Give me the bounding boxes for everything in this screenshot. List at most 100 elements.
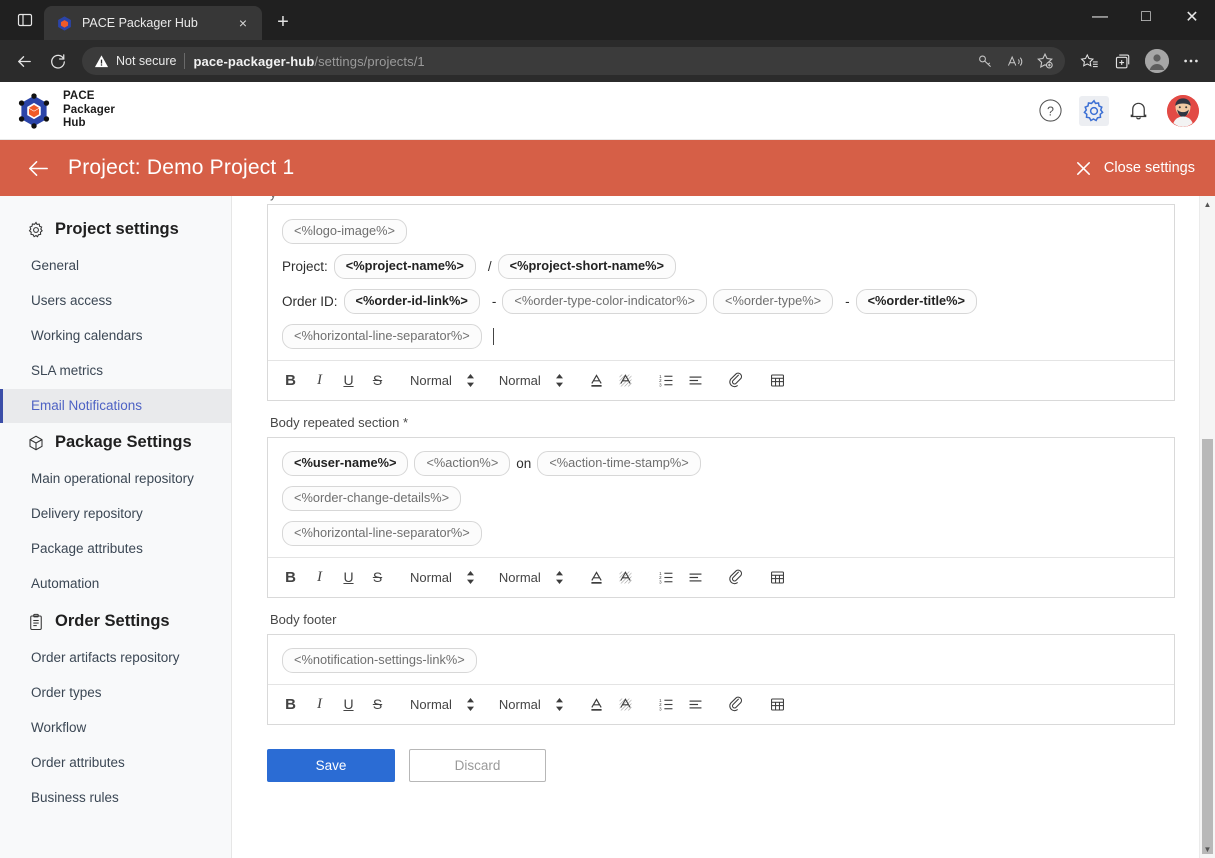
close-settings-button[interactable]: Close settings: [1074, 159, 1195, 178]
text-color-icon[interactable]: [582, 366, 611, 395]
sidebar-item-order-types[interactable]: Order types: [0, 676, 231, 711]
template-tag[interactable]: <%action-time-stamp%>: [537, 450, 701, 476]
reload-icon[interactable]: [42, 45, 74, 77]
italic-button[interactable]: I: [305, 366, 334, 395]
ordered-list-icon[interactable]: 123: [652, 563, 681, 592]
window-close-button[interactable]: ✕: [1169, 0, 1215, 34]
sidebar-item-business-rules[interactable]: Business rules: [0, 781, 231, 816]
sidebar-item-general[interactable]: General: [0, 249, 231, 284]
discard-button[interactable]: Discard: [409, 748, 546, 782]
background-color-icon[interactable]: [611, 366, 640, 395]
sidebar-item-working-calendars[interactable]: Working calendars: [0, 319, 231, 354]
template-tag[interactable]: <%logo-image%>: [282, 219, 408, 244]
table-icon[interactable]: [763, 563, 792, 592]
editor-content[interactable]: <%logo-image%> Project: <%project-name%> / <…: [268, 205, 1174, 360]
size-select[interactable]: Normal: [493, 563, 570, 591]
bold-button[interactable]: B: [276, 563, 305, 592]
bold-button[interactable]: B: [276, 690, 305, 719]
new-tab-button[interactable]: +: [268, 7, 298, 37]
tab-list-icon[interactable]: [10, 5, 40, 35]
strikethrough-button[interactable]: S: [363, 690, 392, 719]
sidebar-item-email-notifications[interactable]: Email Notifications: [0, 388, 231, 424]
save-button[interactable]: Save: [267, 748, 395, 782]
vertical-scrollbar[interactable]: ▲ ▼: [1199, 196, 1215, 858]
scroll-up-arrow[interactable]: ▲: [1200, 196, 1215, 213]
banner-back-icon[interactable]: [24, 154, 52, 182]
template-tag[interactable]: <%project-name%>: [333, 253, 476, 279]
help-icon[interactable]: ?: [1035, 96, 1065, 126]
background-color-icon[interactable]: [611, 690, 640, 719]
security-indicator[interactable]: Not secure: [94, 54, 176, 69]
sidebar-item-workflow[interactable]: Workflow: [0, 711, 231, 746]
bold-button[interactable]: B: [276, 366, 305, 395]
more-icon[interactable]: [1175, 45, 1207, 77]
tab-close-icon[interactable]: ×: [232, 12, 254, 34]
favorites-icon[interactable]: [1073, 45, 1105, 77]
read-aloud-icon[interactable]: [1001, 48, 1029, 74]
style-select[interactable]: Normal: [404, 690, 481, 718]
style-select[interactable]: Normal: [404, 563, 481, 591]
address-bar[interactable]: Not secure pace-packager-hub/settings/pr…: [82, 47, 1065, 75]
italic-button[interactable]: I: [305, 690, 334, 719]
settings-gear-icon[interactable]: [1079, 95, 1109, 126]
scrollbar-thumb[interactable]: [1202, 439, 1213, 854]
minimize-button[interactable]: —: [1077, 0, 1123, 34]
template-tag[interactable]: <%action%>: [414, 450, 511, 476]
align-icon[interactable]: [681, 563, 710, 592]
collections-icon[interactable]: [1107, 45, 1139, 77]
browser-tab[interactable]: PACE Packager Hub ×: [44, 6, 262, 40]
template-tag[interactable]: <%order-type%>: [713, 288, 834, 314]
template-tag[interactable]: <%horizontal-line-separator%>: [282, 323, 482, 349]
sidebar-item-delivery-repository[interactable]: Delivery repository: [0, 497, 231, 532]
add-favorite-icon[interactable]: [1031, 48, 1059, 74]
profile-avatar-icon[interactable]: [1141, 45, 1173, 77]
underline-button[interactable]: U: [334, 690, 363, 719]
style-select[interactable]: Normal: [404, 366, 481, 394]
attachment-icon[interactable]: [722, 690, 751, 719]
size-select[interactable]: Normal: [493, 690, 570, 718]
strikethrough-button[interactable]: S: [363, 563, 392, 592]
table-icon[interactable]: [763, 366, 792, 395]
underline-button[interactable]: U: [334, 366, 363, 395]
maximize-button[interactable]: □: [1123, 0, 1169, 34]
app-logo[interactable]: PACE Packager Hub: [16, 90, 115, 131]
notifications-bell-icon[interactable]: [1123, 96, 1153, 126]
italic-button[interactable]: I: [305, 563, 334, 592]
template-tag[interactable]: <%user-name%>: [282, 450, 409, 476]
sidebar-item-package-attributes[interactable]: Package attributes: [0, 532, 231, 567]
template-tag[interactable]: <%order-id-link%>: [343, 288, 480, 314]
template-tag[interactable]: <%horizontal-line-separator%>: [282, 520, 482, 546]
sidebar-item-users-access[interactable]: Users access: [0, 284, 231, 319]
strikethrough-button[interactable]: S: [363, 366, 392, 395]
template-tag[interactable]: <%notification-settings-link%>: [282, 647, 477, 673]
sidebar-item-main-operational-repository[interactable]: Main operational repository: [0, 462, 231, 497]
size-select[interactable]: Normal: [493, 366, 570, 394]
align-icon[interactable]: [681, 690, 710, 719]
template-tag[interactable]: <%order-change-details%>: [282, 485, 462, 511]
scroll-down-arrow[interactable]: ▼: [1200, 841, 1215, 858]
key-icon[interactable]: [971, 48, 999, 74]
attachment-icon[interactable]: [722, 563, 751, 592]
sidebar-item-order-attributes[interactable]: Order attributes: [0, 746, 231, 781]
align-icon[interactable]: [681, 366, 710, 395]
sidebar-item-sla-metrics[interactable]: SLA metrics: [0, 354, 231, 389]
editor-content[interactable]: <%notification-settings-link%>: [268, 635, 1174, 684]
template-tag[interactable]: <%order-title%>: [855, 288, 977, 314]
text-color-icon[interactable]: [582, 690, 611, 719]
background-color-icon[interactable]: [611, 563, 640, 592]
attachment-icon[interactable]: [722, 366, 751, 395]
back-icon[interactable]: [8, 45, 40, 77]
template-tag[interactable]: <%project-short-name%>: [497, 253, 676, 279]
editor-content[interactable]: <%user-name%> <%action%> on <%action-time-s…: [268, 438, 1174, 557]
ordered-list-icon[interactable]: 123: [652, 690, 681, 719]
table-icon[interactable]: [763, 690, 792, 719]
underline-button[interactable]: U: [334, 563, 363, 592]
sidebar-item-order-artifacts-repository[interactable]: Order artifacts repository: [0, 641, 231, 676]
template-tag[interactable]: <%order-type-color-indicator%>: [502, 288, 708, 314]
user-avatar[interactable]: [1167, 94, 1199, 127]
static-text: Project:: [282, 258, 328, 274]
ordered-list-icon[interactable]: 123: [652, 366, 681, 395]
sidebar-item-automation[interactable]: Automation: [0, 567, 231, 602]
text-color-icon[interactable]: [582, 563, 611, 592]
rich-text-editor: <%user-name%> <%action%> on <%action-time-s…: [267, 436, 1175, 598]
